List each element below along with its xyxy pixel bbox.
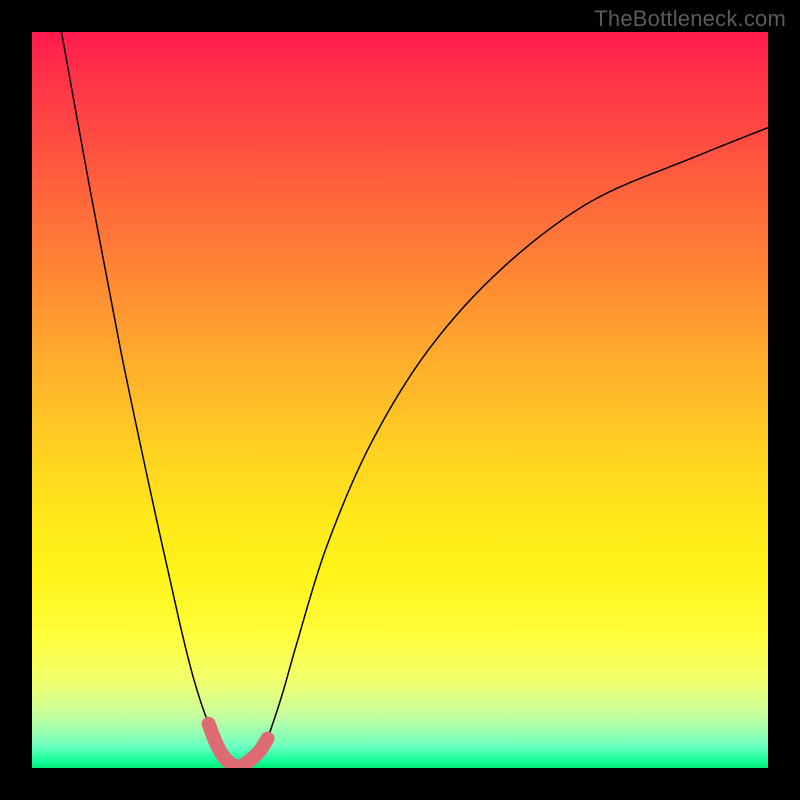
chart-svg — [32, 32, 768, 768]
min-region-highlight — [209, 724, 268, 767]
bottleneck-curve — [61, 32, 768, 767]
chart-plot-area — [32, 32, 768, 768]
watermark-text: TheBottleneck.com — [594, 6, 786, 32]
